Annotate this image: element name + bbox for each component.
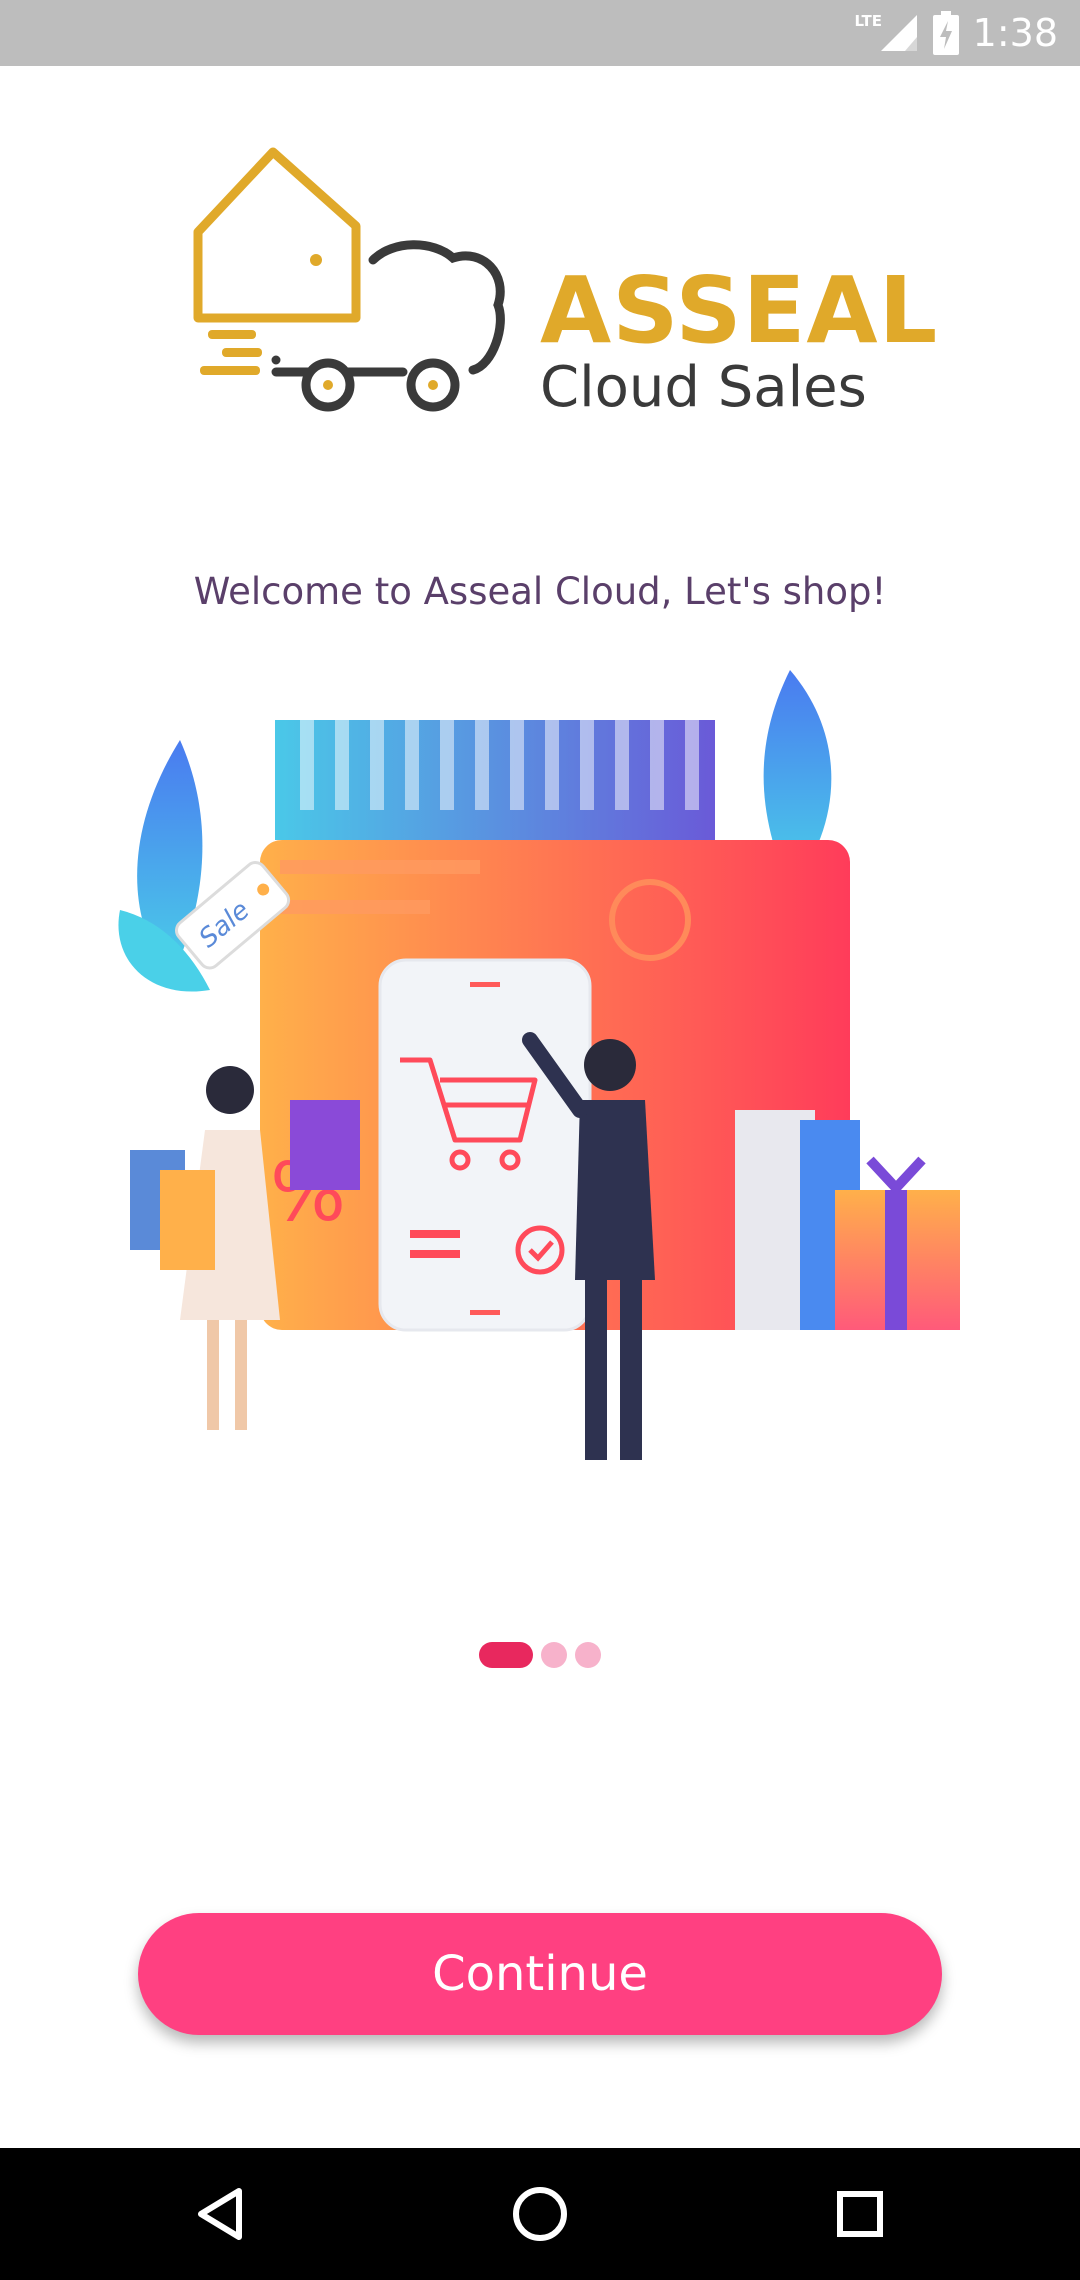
- page-dot-active: [479, 1642, 533, 1668]
- back-button[interactable]: [140, 2148, 300, 2280]
- recents-button[interactable]: [780, 2148, 940, 2280]
- recents-icon: [837, 2191, 883, 2237]
- status-bar: LTE 1:38: [0, 0, 1080, 66]
- status-time: 1:38: [972, 11, 1058, 55]
- brand-name: ASSEAL: [540, 257, 939, 364]
- welcome-text: Welcome to Asseal Cloud, Let's shop!: [193, 570, 887, 613]
- navigation-bar: [0, 2148, 1080, 2280]
- brand-subtitle: Cloud Sales: [540, 355, 867, 420]
- page-dot: [575, 1642, 601, 1668]
- page-dot: [541, 1642, 567, 1668]
- home-button[interactable]: [460, 2148, 620, 2280]
- back-icon: [198, 2188, 242, 2240]
- continue-button[interactable]: Continue: [138, 1913, 942, 2035]
- home-icon: [513, 2187, 567, 2241]
- page-indicator: [0, 1640, 1080, 1670]
- shop-storefront-illustration: Sale %: [118, 670, 960, 1460]
- battery-charging-icon: [932, 11, 959, 55]
- signal-icon: [880, 15, 917, 51]
